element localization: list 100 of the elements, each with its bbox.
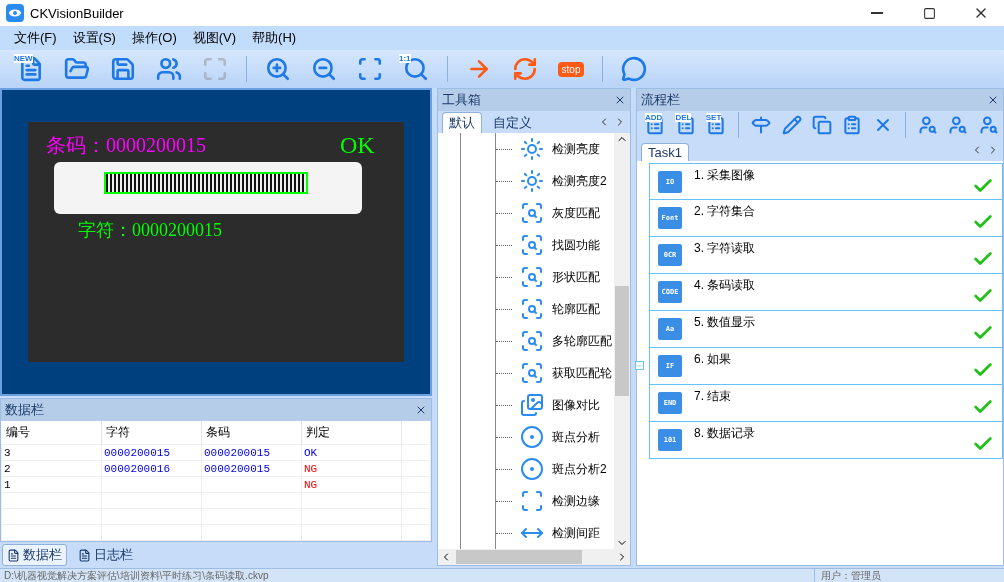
scrollbar-thumb[interactable] xyxy=(615,286,629,396)
tool-item[interactable]: 检测边缘 xyxy=(496,485,614,517)
tool-item[interactable]: 获取匹配轮 xyxy=(496,357,614,389)
step-label: 7. 结束 xyxy=(694,388,733,405)
panel-title: 流程栏 xyxy=(641,91,680,109)
edge-icon xyxy=(520,489,544,513)
tool-item[interactable]: 斑点分析2 xyxy=(496,453,614,485)
tool-item[interactable]: 灰度匹配 xyxy=(496,197,614,229)
panel-title: 工具箱 xyxy=(442,91,481,109)
match-icon xyxy=(520,201,544,225)
tool-label: 斑点分析 xyxy=(552,428,600,446)
match-icon xyxy=(520,265,544,289)
menu-item[interactable]: 操作(O) xyxy=(123,29,185,47)
tool-item[interactable]: 找圆功能 xyxy=(496,229,614,261)
tool-item[interactable]: 多轮廓匹配 xyxy=(496,325,614,357)
tool-label: 多轮廓匹配 xyxy=(552,332,612,350)
blob-icon xyxy=(520,457,544,481)
minimize-icon xyxy=(871,12,883,14)
table-cell: 2 xyxy=(1,460,102,477)
find-icon xyxy=(978,115,999,135)
tool-label: 检测亮度 xyxy=(552,140,600,158)
app-logo-icon xyxy=(6,4,24,22)
blob-icon xyxy=(520,425,544,449)
step-label: 4. 条码读取 xyxy=(694,277,757,294)
verdict-cell: NG xyxy=(301,460,402,477)
signpost-icon xyxy=(751,115,772,135)
tool-label: 斑点分析2 xyxy=(552,460,607,478)
table-cell: 0000200016 xyxy=(101,460,202,477)
overlay-text: 字符：0000200015 xyxy=(78,219,222,242)
tab[interactable]: Task1 xyxy=(641,143,689,161)
tool-item[interactable]: 检测亮度 xyxy=(496,133,614,165)
tree-button[interactable]: ADD xyxy=(641,112,670,138)
table-cell: 3 xyxy=(1,444,102,461)
tool-label: 形状匹配 xyxy=(552,268,600,286)
menu-item[interactable]: 文件(F) xyxy=(6,29,65,47)
document-icon xyxy=(78,548,91,562)
save-icon xyxy=(110,56,136,82)
column-header[interactable]: 判定 xyxy=(301,420,402,445)
column-header[interactable]: 编号 xyxy=(1,420,102,445)
step-label: 1. 采集图像 xyxy=(694,167,757,184)
step-label: 8. 数据记录 xyxy=(694,425,757,442)
table-cell: 1 xyxy=(1,476,102,493)
tree-button[interactable]: DEL xyxy=(671,112,700,138)
document-icon xyxy=(7,548,20,562)
overlay-text: 条码：0000200015 xyxy=(46,133,206,158)
tool-label: 找圆功能 xyxy=(552,236,600,254)
tree-icon xyxy=(705,115,726,135)
verdict-cell: NG xyxy=(301,476,402,493)
menu-item[interactable]: 视图(V) xyxy=(184,29,245,47)
find-down-icon xyxy=(948,115,969,135)
panel-tab[interactable]: 数据栏 xyxy=(2,544,67,566)
file-path: D:\机器视觉解决方案评估\培训资料\平时练习\条码读取.ckvp xyxy=(4,568,270,582)
brightness-icon xyxy=(520,169,544,193)
zoom-in-icon xyxy=(265,56,291,82)
step-label: 2. 字符集合 xyxy=(694,203,757,220)
user-label: 用户：管理员 xyxy=(814,568,934,582)
scrollbar-thumb[interactable] xyxy=(456,550,582,564)
match-icon xyxy=(520,233,544,257)
close-icon[interactable] xyxy=(987,94,999,106)
maximize-icon xyxy=(922,6,936,20)
window-title: CKVisionBuilder xyxy=(30,5,125,21)
tool-label: 检测亮度2 xyxy=(552,172,607,190)
tool-item[interactable]: 轮廓匹配 xyxy=(496,293,614,325)
step-label: 3. 字符读取 xyxy=(694,240,757,257)
magnifier-button[interactable]: 1:1 xyxy=(395,53,437,85)
zoom-out-icon xyxy=(311,56,337,82)
column-header[interactable]: 字符 xyxy=(101,420,202,445)
tool-item[interactable]: 检测间距 xyxy=(496,517,614,549)
match-icon xyxy=(520,329,544,353)
table-cell: 0000200015 xyxy=(201,460,302,477)
open-folder-icon xyxy=(64,56,90,82)
tool-label: 获取匹配轮 xyxy=(552,364,612,382)
table-cell: 0000200015 xyxy=(201,444,302,461)
paste-icon xyxy=(842,115,863,135)
new-document-button[interactable]: NEW xyxy=(10,53,52,85)
tool-label: 检测间距 xyxy=(552,524,600,542)
brightness-icon xyxy=(520,137,544,161)
table-cell: 0000200015 xyxy=(101,444,202,461)
step-label: 5. 数值显示 xyxy=(694,314,757,331)
tool-item[interactable]: 检测亮度2 xyxy=(496,165,614,197)
verdict-cell: OK xyxy=(301,444,402,461)
panel-title: 数据栏 xyxy=(5,400,44,419)
compare-icon xyxy=(520,393,544,417)
users-icon xyxy=(156,56,182,82)
copy-icon xyxy=(812,115,832,135)
collapse-toggle[interactable] xyxy=(635,361,644,370)
menu-item[interactable]: 设置(S) xyxy=(64,29,124,47)
overlay-text: OK xyxy=(340,132,375,159)
menu-item[interactable]: 帮助(H) xyxy=(244,29,305,47)
tab[interactable]: 自定义 xyxy=(486,112,539,133)
tree-button[interactable]: SET xyxy=(701,112,731,138)
tool-item[interactable]: 斑点分析 xyxy=(496,421,614,453)
zoom-fit-icon xyxy=(357,56,383,82)
tool-item[interactable]: 图像对比 xyxy=(496,389,614,421)
close-icon[interactable] xyxy=(614,94,626,106)
tool-item[interactable]: 形状匹配 xyxy=(496,261,614,293)
panel-tab[interactable]: 日志栏 xyxy=(73,544,138,566)
tool-label: 图像对比 xyxy=(552,396,600,414)
column-header[interactable]: 条码 xyxy=(201,420,302,445)
tab[interactable]: 默认 xyxy=(442,112,482,133)
